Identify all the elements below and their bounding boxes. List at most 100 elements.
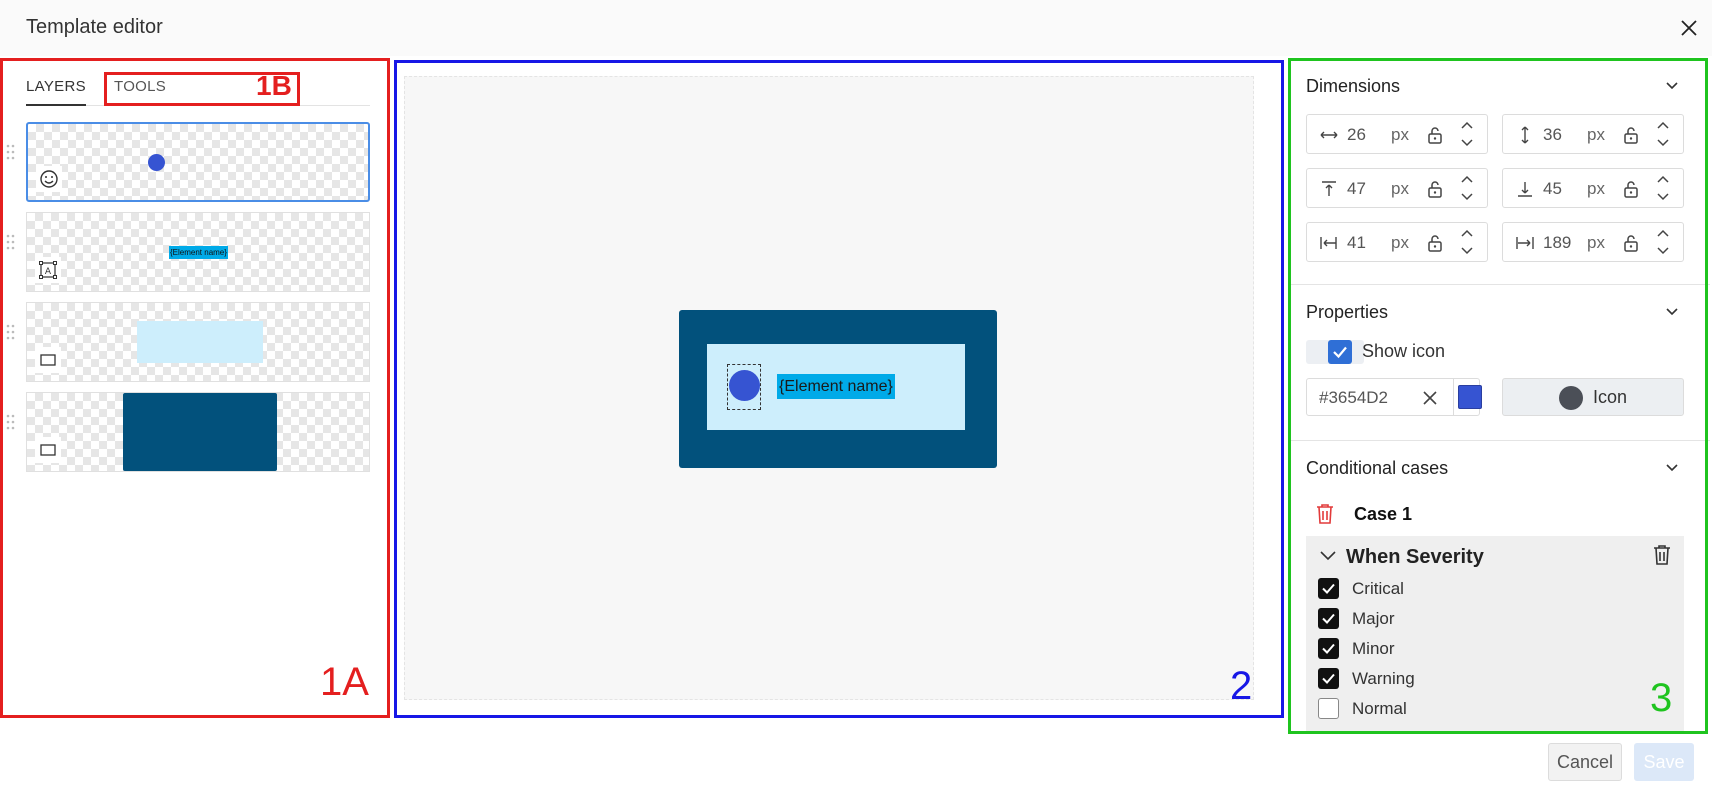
layer-item-rect-dark[interactable] [26,392,370,472]
top-field[interactable]: px [1306,168,1488,208]
chevron-down-icon[interactable] [1318,546,1338,566]
properties-panel: Dimensions px px px px px [1290,58,1710,734]
dialog-title: Template editor [26,16,163,38]
critical-checkbox[interactable] [1318,578,1339,599]
template-icon-circle[interactable] [729,370,760,401]
option-label: Minor [1352,639,1395,658]
drag-handle-icon[interactable] [6,414,16,430]
trash-icon[interactable] [1652,544,1672,566]
chevron-down-icon[interactable] [1664,304,1680,320]
stepper-icon[interactable] [1653,225,1673,259]
annotation-label-3: 3 [1650,676,1673,720]
checkmark-icon [1322,613,1335,624]
checkmark-icon [1322,673,1335,684]
option-label: Major [1352,609,1395,628]
stepper-icon[interactable] [1457,117,1477,151]
template-element-name-text[interactable]: {Element name} [777,374,895,399]
properties-title: Properties [1306,302,1389,322]
drag-handle-icon[interactable] [6,144,16,160]
show-icon-label: Show icon [1362,341,1446,361]
major-checkbox[interactable] [1318,608,1339,629]
height-field[interactable]: px [1502,114,1684,154]
template-inner-rectangle[interactable]: {Element name} [707,344,965,430]
left-input[interactable] [1347,233,1391,253]
drag-handle-icon[interactable] [6,234,16,250]
icon-picker-button[interactable]: Icon [1502,378,1684,416]
unit-label: px [1587,179,1605,198]
align-right-icon [1516,237,1534,249]
layer-item-icon[interactable] [26,122,370,202]
checkmark-icon [1322,583,1335,594]
width-arrows-icon [1320,131,1338,139]
unlock-icon[interactable] [1425,179,1445,199]
chevron-down-icon[interactable] [1664,78,1680,94]
top-input[interactable] [1347,179,1391,199]
align-bottom-icon [1518,182,1532,197]
color-swatch[interactable] [1458,385,1482,409]
right-input[interactable] [1543,233,1587,253]
trash-icon[interactable] [1314,502,1336,526]
layer-text-preview: {Element name} [169,246,228,259]
close-icon[interactable] [1677,16,1701,40]
height-input[interactable] [1543,125,1587,145]
option-label: Critical [1352,579,1404,598]
unlock-icon[interactable] [1425,125,1445,145]
color-field[interactable] [1306,378,1482,416]
width-field[interactable]: px [1306,114,1488,154]
option-label: Normal [1352,699,1407,718]
checkmark-icon [1322,643,1335,654]
panel-tabs: LAYERS TOOLS [26,76,370,106]
tab-layers[interactable]: LAYERS [26,78,86,106]
show-icon-checkbox[interactable] [1328,340,1352,364]
layer-item-rect-light[interactable] [26,302,370,382]
right-field[interactable]: px [1502,222,1684,262]
dimensions-title: Dimensions [1306,76,1401,96]
layers-panel: LAYERS TOOLS {Element name} A [0,58,390,718]
smiley-icon [36,166,62,192]
bottom-field[interactable]: px [1502,168,1684,208]
cancel-button[interactable]: Cancel [1548,743,1622,781]
color-hex-input[interactable] [1319,388,1409,408]
left-field[interactable]: px [1306,222,1488,262]
drag-handle-icon[interactable] [6,324,16,340]
when-severity-group: When Severity Critical Major Minor Warni… [1306,536,1684,734]
unlock-icon[interactable] [1621,125,1641,145]
divider [1290,284,1710,285]
width-input[interactable] [1347,125,1391,145]
minor-checkbox[interactable] [1318,638,1339,659]
unlock-icon[interactable] [1621,179,1641,199]
unlock-icon[interactable] [1425,233,1445,253]
normal-checkbox[interactable] [1318,698,1339,719]
canvas-area: {Element name} [394,58,1284,718]
icon-selection-box[interactable] [727,364,761,410]
chevron-down-icon[interactable] [1664,460,1680,476]
unit-label: px [1391,233,1409,252]
checkmark-icon [1333,346,1347,359]
divider [1290,440,1710,441]
unit-label: px [1587,125,1605,144]
height-arrows-icon [1521,126,1529,144]
annotation-label-2: 2 [1230,664,1253,708]
annotation-label-1b: 1B [256,70,292,101]
rectangle-icon [35,437,61,463]
layer-item-text[interactable]: {Element name} A [26,212,370,292]
unit-label: px [1391,125,1409,144]
tab-tools[interactable]: TOOLS [114,78,166,95]
bottom-input[interactable] [1543,179,1587,199]
case-label: Case 1 [1354,504,1413,524]
stepper-icon[interactable] [1457,171,1477,205]
clear-icon[interactable] [1421,389,1439,407]
dialog-footer [0,734,1712,796]
warning-checkbox[interactable] [1318,668,1339,689]
template-outer-rectangle[interactable]: {Element name} [679,310,997,468]
stepper-icon[interactable] [1653,117,1673,151]
stepper-icon[interactable] [1653,171,1673,205]
unlock-icon[interactable] [1621,233,1641,253]
dialog-header: Template editor [0,0,1712,56]
stepper-icon[interactable] [1457,225,1477,259]
save-button[interactable]: Save [1634,743,1694,781]
design-canvas[interactable]: {Element name} [404,76,1254,700]
rectangle-icon [35,347,61,373]
conditional-cases-title: Conditional cases [1306,458,1449,478]
layer-rect-preview [137,321,263,363]
